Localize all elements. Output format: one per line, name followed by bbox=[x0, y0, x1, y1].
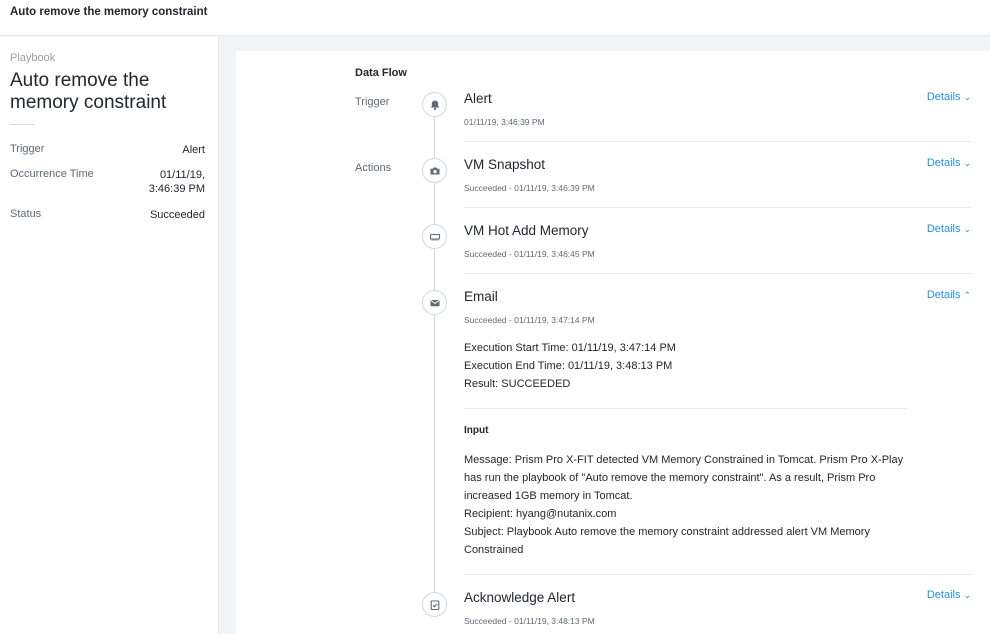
step-divider bbox=[464, 207, 971, 208]
step-title: VM Snapshot bbox=[464, 157, 546, 172]
timeline-node-alert bbox=[422, 92, 447, 117]
details-toggle-alert[interactable]: Details ⌄ bbox=[927, 91, 971, 103]
field-label: Trigger bbox=[10, 143, 45, 155]
step-title: VM Hot Add Memory bbox=[464, 223, 589, 238]
step-title: Alert bbox=[464, 91, 492, 106]
details-label: Details bbox=[926, 91, 961, 103]
chevron-down-icon: ⌄ bbox=[963, 158, 971, 168]
input-label: Input bbox=[464, 425, 489, 436]
step-title: Acknowledge Alert bbox=[464, 590, 576, 605]
chevron-up-icon: ⌃ bbox=[963, 290, 971, 300]
details-toggle-vm-hot-add-memory[interactable]: Details ⌄ bbox=[927, 223, 971, 235]
field-value: 01/11/19, 3:46:39 PM bbox=[148, 169, 205, 195]
field-value: Succeeded bbox=[149, 209, 205, 221]
chevron-down-icon: ⌄ bbox=[963, 92, 971, 102]
timeline-line bbox=[434, 111, 435, 601]
email-message: Message: Prism Pro X-FIT detected VM Mem… bbox=[464, 454, 904, 502]
check-clipboard-icon bbox=[430, 600, 440, 611]
trigger-section-label: Trigger bbox=[355, 96, 390, 108]
envelope-icon bbox=[430, 300, 440, 307]
step-timestamp: Succeeded - 01/11/19, 3:48:13 PM bbox=[464, 616, 595, 626]
timeline-node-email bbox=[422, 290, 447, 315]
details-label: Details bbox=[926, 589, 961, 601]
step-divider bbox=[464, 141, 971, 142]
page-title: Auto remove the memory constraint bbox=[10, 6, 208, 18]
data-flow-title: Data Flow bbox=[355, 67, 407, 79]
step-timestamp: Succeeded - 01/11/19, 3:46:45 PM bbox=[464, 249, 595, 259]
heading-rule bbox=[10, 124, 34, 125]
top-bar: Auto remove the memory constraint bbox=[0, 0, 990, 36]
memory-icon bbox=[429, 233, 441, 241]
summary-panel: Playbook Auto remove the memory constrai… bbox=[0, 37, 219, 634]
field-label: Occurrence Time bbox=[10, 168, 94, 180]
timeline-node-vm-hot-add-memory bbox=[422, 224, 447, 249]
email-input-details: Message: Prism Pro X-FIT detected VM Mem… bbox=[464, 451, 912, 559]
step-timestamp: 01/11/19, 3:46:39 PM bbox=[464, 117, 545, 127]
details-toggle-email[interactable]: Details ⌃ bbox=[927, 289, 971, 301]
chevron-down-icon: ⌄ bbox=[963, 224, 971, 234]
timeline-node-acknowledge-alert bbox=[422, 592, 447, 617]
playbook-heading: Auto remove the memory constraint bbox=[10, 70, 167, 113]
step-title: Email bbox=[464, 289, 498, 304]
actions-section-label: Actions bbox=[355, 162, 392, 174]
timeline-node-vm-snapshot bbox=[422, 158, 447, 183]
details-divider bbox=[464, 408, 907, 409]
execution-result: Result: SUCCEEDED bbox=[464, 378, 571, 390]
execution-end-time: Execution End Time: 01/11/19, 3:48:13 PM bbox=[464, 360, 673, 372]
data-flow-panel: Data Flow Trigger Actions Alert 01/11/19… bbox=[236, 51, 990, 634]
step-divider bbox=[464, 273, 971, 274]
email-recipient: Recipient: hyang@nutanix.com bbox=[464, 508, 617, 520]
email-subject: Subject: Playbook Auto remove the memory… bbox=[464, 526, 870, 556]
camera-icon bbox=[430, 167, 440, 175]
details-label: Details bbox=[926, 289, 961, 301]
step-timestamp: Succeeded - 01/11/19, 3:47:14 PM bbox=[464, 315, 595, 325]
details-label: Details bbox=[926, 157, 961, 169]
bell-icon bbox=[430, 100, 440, 111]
details-toggle-vm-snapshot[interactable]: Details ⌄ bbox=[927, 157, 971, 169]
chevron-down-icon: ⌄ bbox=[963, 590, 971, 600]
details-toggle-acknowledge-alert[interactable]: Details ⌄ bbox=[927, 589, 971, 601]
step-timestamp: Succeeded - 01/11/19, 3:46:39 PM bbox=[464, 183, 595, 193]
step-divider bbox=[464, 574, 971, 575]
execution-start-time: Execution Start Time: 01/11/19, 3:47:14 … bbox=[464, 342, 676, 354]
playbook-eyebrow: Playbook bbox=[10, 52, 56, 64]
field-value: Alert bbox=[182, 144, 205, 156]
field-label: Status bbox=[10, 208, 42, 220]
details-label: Details bbox=[926, 223, 961, 235]
